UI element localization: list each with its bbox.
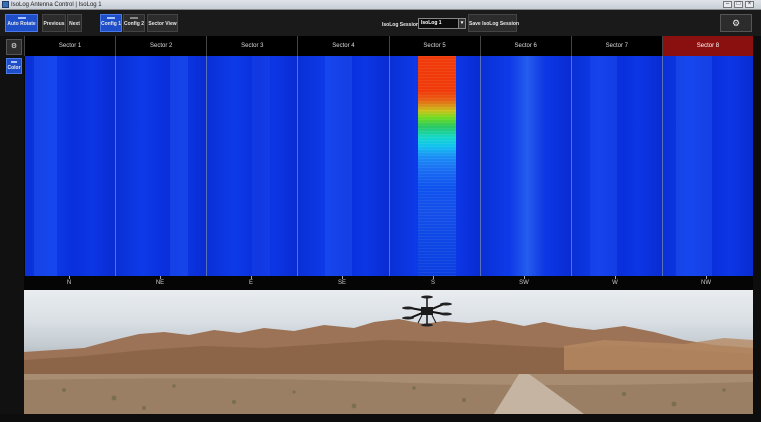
tab-sector-4[interactable]: Sector 4 <box>297 36 388 56</box>
config2-label: Config 2 <box>124 21 144 27</box>
config2-button[interactable]: Config 2 <box>123 14 145 32</box>
previous-button[interactable]: Previous <box>42 14 66 32</box>
compass-strip: N NE E SE S SW W NW <box>24 276 753 290</box>
sector-view-button[interactable]: Sector View <box>147 14 178 32</box>
heatmap-column-sector-4 <box>298 56 390 276</box>
indicator-light <box>107 17 115 19</box>
chevron-down-icon[interactable]: ▾ <box>458 19 465 28</box>
ridge-right <box>564 338 753 370</box>
color-button[interactable]: Color <box>6 58 22 74</box>
heatmap-column-sector-1 <box>25 56 117 276</box>
compass-label-e: E <box>248 280 253 286</box>
panorama-scene <box>24 295 753 414</box>
tab-sector-6[interactable]: Sector 6 <box>479 36 571 56</box>
tab-sector-7[interactable]: Sector 7 <box>570 36 662 56</box>
tab-sector-3[interactable]: Sector 3 <box>206 36 297 56</box>
close-button[interactable]: × <box>745 1 754 8</box>
indicator-light <box>11 61 17 63</box>
heatmap-column-sector-2 <box>116 56 208 276</box>
panoramic-camera-view <box>24 290 753 414</box>
heatmap-column-sector-3 <box>207 56 299 276</box>
tab-sector-1[interactable]: Sector 1 <box>24 36 115 56</box>
side-panel: ⚙ Color <box>0 36 24 422</box>
next-label: Next <box>69 21 80 27</box>
save-session-label: Save IsoLog Session <box>469 21 520 27</box>
compass-label-sw: SW <box>519 280 529 286</box>
settings-button[interactable]: ⚙ <box>720 14 752 32</box>
compass-label-n: N <box>66 280 72 286</box>
heatmap-column-sector-7 <box>571 56 663 276</box>
tab-sector-2[interactable]: Sector 2 <box>115 36 206 56</box>
config1-button[interactable]: Config 1 <box>100 14 122 32</box>
window-title: IsoLog Antenna Control | IsoLog 1 <box>11 2 102 8</box>
gear-icon: ⚙ <box>731 18 741 28</box>
indicator-light <box>130 17 138 19</box>
previous-label: Previous <box>43 21 65 27</box>
signal-hotspot <box>417 56 456 276</box>
compass-label-s: S <box>430 280 435 286</box>
session-label: IsoLog Session: <box>382 22 421 28</box>
toolbar: Auto Rotate Previous Next Config 1 Confi… <box>0 10 761 36</box>
compass-label-nw: NW <box>701 280 711 286</box>
session-value: IsoLog 1 <box>421 20 442 26</box>
color-label: Color <box>7 65 21 71</box>
indicator-light <box>17 17 26 19</box>
compass-label-se: SE <box>337 280 346 286</box>
app-icon <box>2 1 9 8</box>
compass-label-ne: NE <box>155 280 165 286</box>
save-session-button[interactable]: Save IsoLog Session <box>468 14 520 32</box>
config1-label: Config 1 <box>101 21 121 27</box>
waterfall-heatmap <box>24 56 753 276</box>
gear-icon: ⚙ <box>10 43 18 50</box>
auto-rotate-button[interactable]: Auto Rotate <box>5 14 38 32</box>
heatmap-column-sector-8 <box>662 56 753 276</box>
panel-settings-button[interactable]: ⚙ <box>6 39 22 55</box>
tab-sector-8[interactable]: Sector 8 <box>661 36 753 56</box>
heatmap-column-sector-5 <box>389 56 481 276</box>
next-button[interactable]: Next <box>67 14 82 32</box>
tab-sector-5[interactable]: Sector 5 <box>388 36 480 56</box>
heatmap-column-sector-6 <box>480 56 572 276</box>
sector-tabs: Sector 1 Sector 2 Sector 3 Sector 4 Sect… <box>24 36 753 56</box>
sector-view-label: Sector View <box>148 21 177 27</box>
session-select[interactable]: IsoLog 1 ▾ <box>418 18 466 29</box>
maximize-button[interactable]: □ <box>734 1 743 8</box>
minimize-button[interactable]: – <box>723 1 732 8</box>
compass-label-w: W <box>612 280 618 286</box>
title-bar: IsoLog Antenna Control | IsoLog 1 – □ × <box>0 0 761 10</box>
status-strip <box>0 414 761 422</box>
auto-rotate-label: Auto Rotate <box>7 21 36 27</box>
